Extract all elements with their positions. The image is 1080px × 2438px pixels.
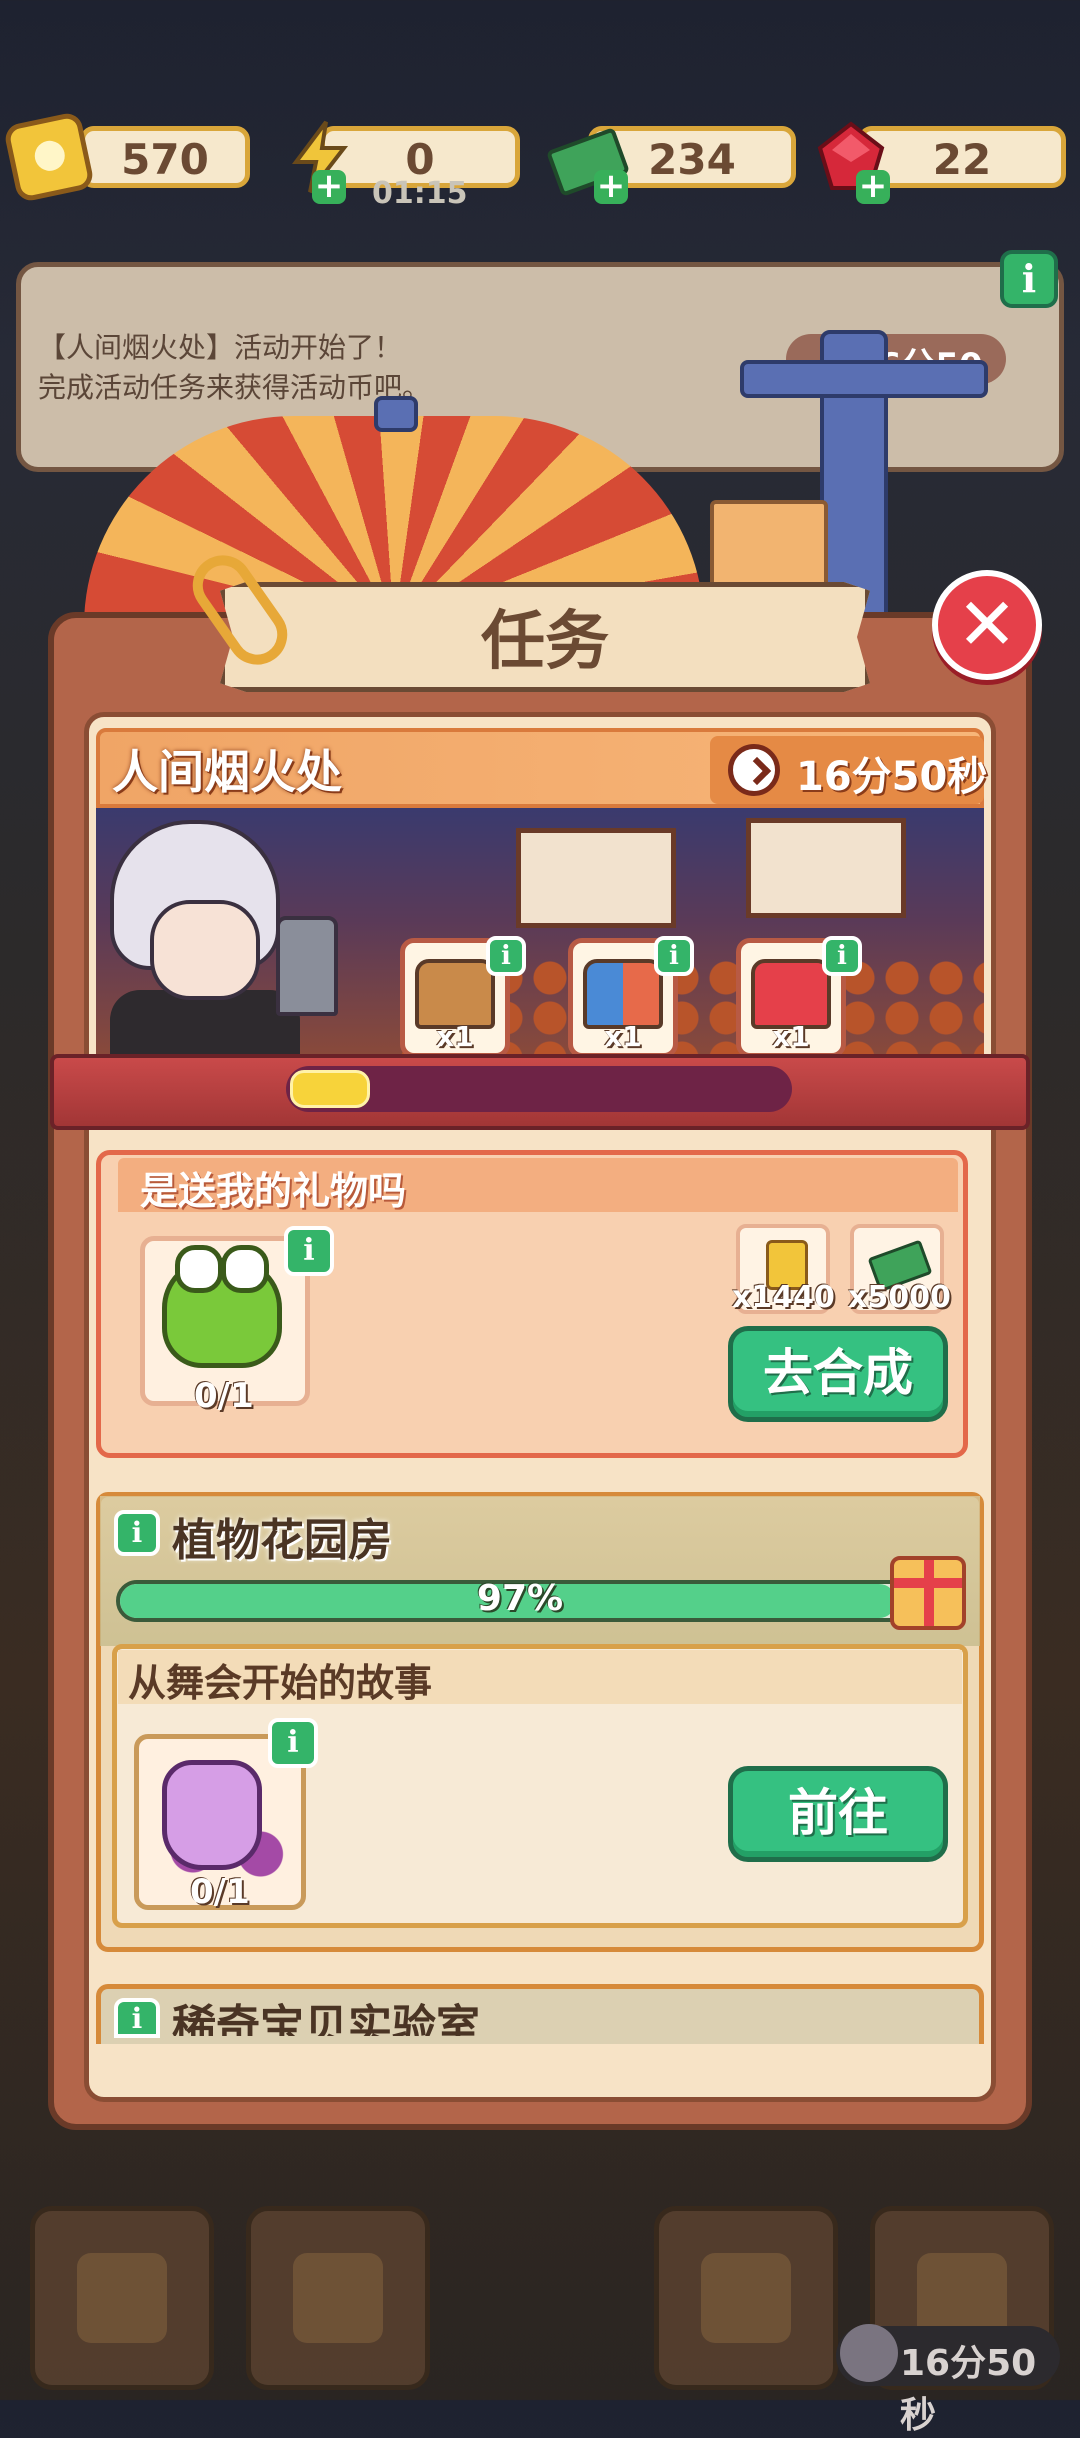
utility-pole-crossbar [740,360,988,398]
add-cash-icon[interactable]: + [594,169,628,204]
task-story-item-count: 0/1 [190,1872,250,1912]
gems-value: 22 [932,135,992,184]
task-story-info-icon[interactable]: i [268,1718,318,1768]
event-timer-text: 16分50秒 [796,754,988,800]
garden-info-icon[interactable]: i [114,1510,160,1556]
tickets-counter[interactable]: 570 [80,126,250,188]
reward-tickets-count: x1440 [732,1280,835,1315]
lab-title: 稀奇宝贝实验室 [172,2001,480,2036]
garden-progress-text: 97% [476,1578,564,1619]
task-gift-info-icon[interactable]: i [284,1226,334,1276]
go-merge-button[interactable]: 去合成 [728,1326,948,1422]
gift-box-icon[interactable] [890,1556,966,1630]
hanging-sign [710,500,828,588]
chest-1-count: x1 [436,1020,474,1053]
frog-toy-icon [162,1245,282,1368]
lab-info-icon[interactable]: i [114,1998,160,2038]
ticket-icon [2,110,96,204]
panel-title: 任务 [481,605,609,679]
nav-back-button[interactable] [30,2206,214,2390]
perfume-bottle-icon [162,1760,262,1870]
wooden-chest-icon [415,959,495,1029]
event-progress-fill [290,1070,370,1108]
task-gift-item-count: 0/1 [194,1376,254,1416]
event-name: 人间烟火处 [112,745,342,799]
announcement-line-2: 完成活动任务来获得活动币吧。 [38,371,431,404]
character-face [150,900,260,1000]
add-energy-icon[interactable]: + [312,169,346,204]
task-story-title: 从舞会开始的故事 [128,1661,433,1705]
close-button[interactable]: ✕ [932,570,1042,680]
blue-chest-icon [583,959,663,1029]
scene-sign [746,818,906,918]
chef-hat-icon [840,2324,898,2382]
chest-1-info-icon[interactable]: i [486,936,526,976]
garden-title: 植物花园房 [172,1515,392,1566]
add-gems-icon[interactable]: + [856,169,890,204]
character-body [110,990,300,1060]
close-icon: ✕ [956,582,1018,666]
announcement-line-1: 【人间烟火处】活动开始了！ [38,331,403,364]
chest-2-count: x1 [604,1020,642,1053]
event-announcement-text: 【人间烟火处】活动开始了！ 完成活动任务来获得活动币吧。 [38,328,430,408]
task-gift-title: 是送我的礼物吗 [140,1169,407,1213]
banner-info-icon[interactable]: i [1000,250,1058,308]
podium-icon [293,2253,383,2343]
tickets-value: 570 [121,135,209,184]
umbrella-top [374,396,418,432]
energy-timer: 01:15 [372,176,468,211]
spatula-icon [276,916,338,1016]
clock-icon [728,744,780,796]
scene-sign [516,828,676,928]
basket-icon [701,2253,791,2343]
reward-cash-count: x5000 [848,1280,951,1315]
red-chest-icon [751,959,831,1029]
back-arrow-icon [77,2253,167,2343]
chest-3-info-icon[interactable]: i [822,936,862,976]
bottom-timer-text: 16分50秒 [900,2343,1037,2436]
nav-shop-button[interactable] [654,2206,838,2390]
chest-2-info-icon[interactable]: i [654,936,694,976]
chest-3-count: x1 [772,1020,810,1053]
nav-leaderboard-button[interactable] [246,2206,430,2390]
go-to-button[interactable]: 前往 [728,1766,948,1862]
